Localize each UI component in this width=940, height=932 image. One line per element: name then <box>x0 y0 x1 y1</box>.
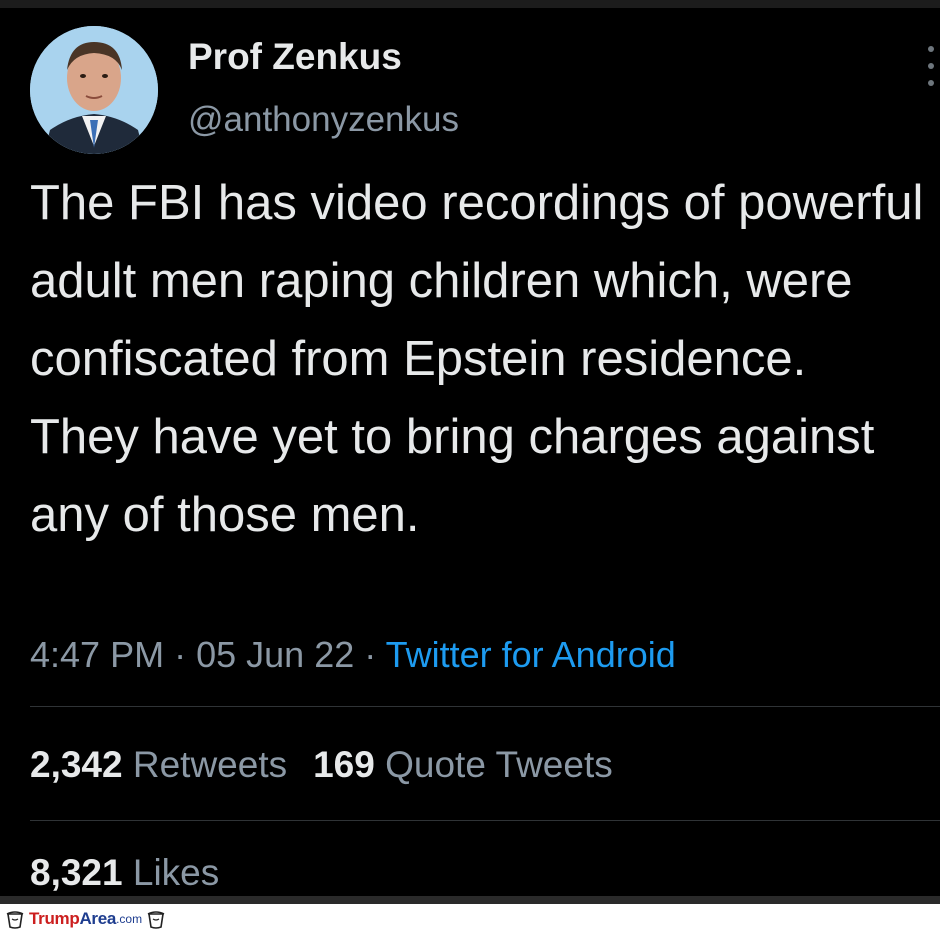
divider <box>30 820 940 821</box>
tweet-card: Prof Zenkus @anthonyzenkus The FBI has v… <box>0 0 940 904</box>
likes-label: Likes <box>132 852 220 893</box>
tweet-text: The FBI has video recordings of powerful… <box>30 176 924 542</box>
likes-count: 8,321 <box>30 852 123 893</box>
more-vertical-icon[interactable] <box>926 46 936 86</box>
retweets-label: Retweets <box>132 744 288 785</box>
cup-icon <box>6 911 24 929</box>
user-handle[interactable]: @anthonyzenkus <box>188 100 459 140</box>
tweet-date[interactable]: 05 Jun 22 <box>196 634 354 675</box>
tweet-meta: 4:47 PM · 05 Jun 22 · Twitter for Androi… <box>30 634 676 676</box>
quote-tweets-count: 169 <box>313 744 375 785</box>
divider <box>30 706 940 707</box>
tweet-source-link[interactable]: Twitter for Android <box>386 634 676 675</box>
meta-separator: · <box>174 634 187 675</box>
watermark-tld: .com <box>116 912 143 926</box>
retweet-stats: 2,342 Retweets 169 Quote Tweets <box>30 744 613 786</box>
avatar[interactable] <box>30 26 158 154</box>
quote-tweets-label: Quote Tweets <box>385 744 613 785</box>
cup-icon <box>147 911 165 929</box>
watermark: TrumpArea .com <box>4 906 167 932</box>
likes-stat[interactable]: 8,321 Likes <box>30 852 219 893</box>
profile-photo-icon <box>30 26 158 154</box>
likes-stats: 8,321 Likes <box>30 852 219 894</box>
frame-border <box>0 896 940 904</box>
tweet-time[interactable]: 4:47 PM <box>30 634 164 675</box>
retweets-count: 2,342 <box>30 744 123 785</box>
display-name[interactable]: Prof Zenkus <box>188 36 402 78</box>
retweets-stat[interactable]: 2,342 Retweets <box>30 744 287 785</box>
watermark-brand: TrumpArea <box>29 909 117 928</box>
quote-tweets-stat[interactable]: 169 Quote Tweets <box>313 744 613 785</box>
meta-separator: · <box>364 634 377 675</box>
